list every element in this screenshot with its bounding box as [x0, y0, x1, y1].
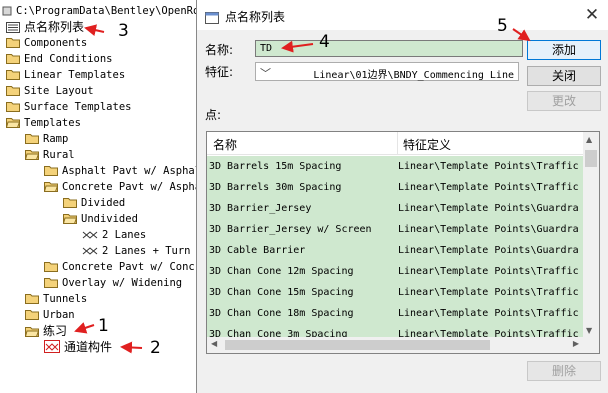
annotation-3: 3 — [118, 21, 129, 41]
annotation-1: 1 — [98, 316, 109, 336]
dialog-annotation-arrows — [281, 28, 531, 53]
annotation-2: 2 — [150, 338, 161, 358]
annotation-5: 5 — [497, 16, 508, 36]
template-library-tree[interactable]: C:\ProgramData\Bentley\OpenRoad 点名称列表 Com… — [0, 0, 197, 393]
annotation-4: 4 — [319, 32, 330, 52]
point-name-list-dialog: 点名称列表 ✕ 名称: TD 特征: ﹀ Linear\01边界\BNDY_Co… — [196, 0, 608, 393]
